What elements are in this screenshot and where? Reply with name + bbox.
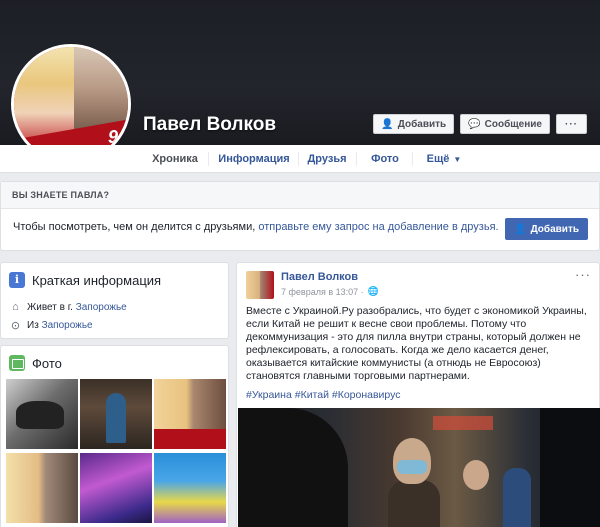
post-text: Вместе с Украиной.Ру разобрались, что бу… [246, 305, 587, 382]
profile-tabs: Хроника Информация Друзья Фото Ещё ▼ [0, 145, 600, 173]
intro-lives-in: ⌂ Живет в г. Запорожье [10, 301, 127, 313]
post-hashtags[interactable]: #Украина #Китай #Коронавирус [246, 389, 401, 401]
profile-actions: 👤 Добавить 💬 Сообщение ··· [373, 114, 587, 134]
message-label: Сообщение [484, 118, 542, 130]
tab-timeline[interactable]: Хроника [143, 145, 207, 173]
photos-card: Фото [0, 345, 229, 527]
home-icon: ⌂ [12, 301, 19, 313]
post-image[interactable] [238, 408, 600, 527]
post-author-avatar[interactable] [246, 271, 274, 299]
intro-title-text: Краткая информация [32, 272, 162, 288]
from-city-link[interactable]: Запорожье [42, 320, 93, 331]
photo-icon [9, 355, 25, 371]
tab-more[interactable]: Ещё ▼ [414, 145, 474, 173]
post-options-button[interactable]: ··· [575, 267, 591, 282]
intro-from: ⊙ Из Запорожье [10, 319, 93, 332]
add-friend-primary-button[interactable]: 👤 Добавить [505, 218, 588, 240]
photo-thumbnail[interactable] [80, 379, 152, 449]
post-date[interactable]: 7 февраля в 13:07 · [281, 287, 364, 297]
profile-name[interactable]: Павел Волков [143, 114, 276, 136]
tab-friends[interactable]: Друзья [300, 145, 354, 173]
photo-thumbnail[interactable] [6, 453, 78, 523]
add-friend-icon: 👤 [381, 118, 394, 130]
globe-icon: 🌐 [367, 286, 379, 296]
intro-title: i Краткая информация [9, 272, 161, 288]
timeline-post: Павел Волков 7 февраля в 13:07 · 🌐 ··· В… [236, 262, 600, 527]
know-person-card: ВЫ ЗНАЕТЕ ПАВЛА? Чтобы посмотреть, чем о… [0, 181, 600, 251]
tab-about[interactable]: Информация [211, 145, 297, 173]
tab-more-label: Ещё [426, 153, 450, 165]
photos-title[interactable]: Фото [9, 355, 62, 371]
add-friend-label: Добавить [397, 118, 447, 130]
intro-card: i Краткая информация ⌂ Живет в г. Запоро… [0, 262, 229, 339]
photo-thumbnail[interactable] [154, 379, 226, 449]
tab-photos[interactable]: Фото [358, 145, 412, 173]
know-person-prefix: Чтобы посмотреть, чем он делится с друзь… [13, 221, 259, 233]
post-meta: 7 февраля в 13:07 · 🌐 [281, 286, 379, 297]
send-request-link[interactable]: отправьте ему запрос на добавление в дру… [258, 221, 498, 233]
add-friend-primary-label: Добавить [530, 223, 579, 235]
message-button[interactable]: 💬 Сообщение [460, 114, 550, 134]
more-options-button[interactable]: ··· [556, 114, 587, 134]
caret-down-icon: ▼ [453, 155, 462, 164]
know-person-text: Чтобы посмотреть, чем он делится с друзь… [13, 221, 499, 233]
lives-city-link[interactable]: Запорожье [76, 302, 127, 313]
photos-title-text: Фото [32, 355, 62, 371]
info-icon: i [9, 272, 25, 288]
lives-prefix: Живет в г. [27, 301, 76, 313]
photo-thumbnail[interactable] [80, 453, 152, 523]
photo-thumbnail[interactable] [6, 379, 78, 449]
know-person-title: ВЫ ЗНАЕТЕ ПАВЛА? [1, 182, 599, 209]
add-friend-icon: 👤 [514, 223, 527, 235]
from-prefix: Из [27, 320, 42, 331]
add-friend-button[interactable]: 👤 Добавить [373, 114, 455, 134]
photo-thumbnail[interactable] [154, 453, 226, 523]
post-author-name[interactable]: Павел Волков [281, 271, 358, 283]
messenger-icon: 💬 [468, 118, 481, 130]
location-pin-icon: ⊙ [10, 320, 21, 332]
